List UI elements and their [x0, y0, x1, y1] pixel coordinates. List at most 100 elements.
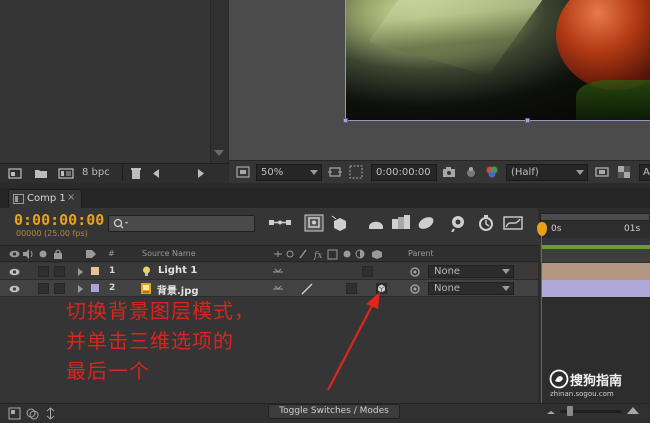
lock-switch[interactable] [54, 283, 65, 294]
always-preview-icon[interactable] [236, 165, 250, 179]
search-icon [113, 218, 128, 229]
project-scrollbar[interactable] [210, 0, 228, 162]
toggle-transparency-grid-icon[interactable] [617, 165, 631, 179]
solo-icon[interactable] [39, 250, 47, 258]
resolution-dropdown[interactable]: (Half) [506, 164, 588, 181]
quality-switch-icon[interactable] [301, 283, 313, 295]
pick-whip-icon[interactable] [410, 267, 420, 277]
bit-depth-label[interactable]: 8 bpc [82, 167, 110, 178]
book-image [368, 0, 544, 76]
camera-snapshot-icon[interactable] [442, 165, 456, 179]
bounding-handle[interactable] [525, 118, 530, 123]
hide-shy-layers-icon[interactable] [366, 214, 386, 232]
light-bulb-icon [143, 266, 150, 276]
show-snapshot-icon[interactable] [464, 165, 478, 179]
annotation-line: 最后一个 [66, 359, 150, 383]
shy-switch-icon[interactable] [272, 268, 284, 276]
eye-icon[interactable] [9, 250, 20, 258]
visibility-eye-icon[interactable] [9, 268, 20, 276]
visibility-eye-icon[interactable] [9, 285, 20, 293]
expand-transfer-controls-icon[interactable] [26, 407, 39, 420]
ruler-label: 01s [624, 224, 641, 234]
frame-blending-icon[interactable] [390, 214, 412, 232]
chevron-down-icon [310, 170, 318, 175]
draft-3d-icon[interactable] [330, 214, 350, 232]
layer-duration-bar-light[interactable] [542, 263, 650, 280]
interpret-footage-icon[interactable] [8, 168, 22, 179]
lock-switch[interactable] [54, 266, 65, 277]
current-time[interactable]: 0:00:00:00 [14, 211, 104, 229]
tab-comp-1[interactable]: Comp 1 × [8, 189, 82, 208]
composition-icon [13, 194, 24, 204]
new-composition-icon[interactable] [58, 168, 74, 179]
bounding-handle[interactable] [343, 118, 348, 123]
ruler-label: 0s [551, 224, 562, 234]
zoom-in-icon[interactable] [626, 404, 640, 415]
scroll-left-arrow-icon[interactable] [152, 168, 160, 179]
magnification-dropdown[interactable]: 50% [256, 164, 322, 181]
zoom-out-icon[interactable] [546, 407, 556, 415]
scroll-right-arrow-icon[interactable] [197, 168, 205, 179]
parent-dropdown[interactable]: None [428, 282, 514, 295]
solo-switch[interactable] [38, 283, 49, 294]
3d-layer-switch[interactable] [362, 266, 373, 277]
scroll-down-arrow-icon[interactable] [214, 150, 224, 156]
image-file-icon [141, 283, 151, 294]
parent-dropdown[interactable]: None [428, 265, 514, 278]
layer-number: 1 [109, 266, 116, 276]
solo-switch[interactable] [38, 266, 49, 277]
time-zoom-slider-handle[interactable] [567, 406, 573, 416]
layer-label-color[interactable] [91, 267, 99, 275]
layer-row-background-image[interactable]: 2 背景.jpg None [0, 280, 538, 297]
trash-icon[interactable] [130, 168, 142, 179]
switches-icons[interactable]: fx [272, 249, 390, 260]
auto-keyframe-icon[interactable] [476, 214, 496, 232]
resolution-value: (Half) [511, 167, 539, 178]
layer-duration-bar-image[interactable] [542, 280, 650, 297]
graph-editor-icon[interactable] [502, 214, 524, 232]
shy-switch-icon[interactable] [272, 285, 284, 293]
project-panel [0, 0, 228, 183]
parent-value: None [434, 266, 461, 277]
fast-previews-icon[interactable] [595, 165, 609, 179]
playhead-line [541, 222, 542, 422]
audio-icon[interactable] [22, 249, 34, 259]
time-navigator[interactable] [540, 213, 650, 221]
expand-layer-switches-icon[interactable] [8, 407, 21, 420]
project-footer: 8 bpc [0, 163, 228, 183]
motion-blur-icon[interactable] [416, 214, 436, 232]
close-icon[interactable]: × [67, 192, 75, 203]
brainstorm-icon[interactable] [448, 214, 470, 232]
label-tag-icon[interactable] [85, 249, 97, 259]
divider [122, 166, 123, 181]
channel-rgb-icon[interactable] [485, 165, 499, 179]
layer-row-light[interactable]: 1 Light 1 None [0, 263, 538, 280]
layer-name[interactable]: Light 1 [158, 265, 197, 276]
pick-whip-icon[interactable] [410, 284, 420, 294]
comp-mini-flowchart-icon[interactable] [268, 214, 292, 232]
expand-time-stretch-icon[interactable] [45, 407, 56, 420]
composition-canvas[interactable] [345, 0, 650, 121]
toggle-switches-modes-button[interactable]: Toggle Switches / Modes [268, 404, 400, 419]
cup-image [556, 0, 650, 90]
search-input[interactable] [108, 215, 255, 232]
transparency-grid-icon[interactable] [349, 165, 363, 179]
lock-icon[interactable] [53, 249, 63, 259]
viewer-toolbar: 50% 0:00:00:00 (Half) A [229, 160, 650, 183]
timeline-tab-bar [0, 188, 650, 208]
live-update-icon[interactable] [304, 214, 324, 232]
region-of-interest-icon[interactable] [328, 165, 342, 179]
folder-icon[interactable] [34, 168, 48, 179]
expand-arrow-icon[interactable] [78, 285, 83, 293]
column-source-name[interactable]: Source Name [142, 249, 196, 258]
chevron-down-icon [502, 286, 510, 291]
watermark-url: zhinan.sogou.com [550, 390, 614, 398]
current-time-display[interactable]: 0:00:00:00 [371, 164, 437, 181]
expand-arrow-icon[interactable] [78, 268, 83, 276]
annotation-line: 切换背景图层模式， [66, 299, 255, 323]
layer-label-color[interactable] [91, 284, 99, 292]
tutorial-annotation: 切换背景图层模式， 并单击三维选项的 最后一个 [66, 296, 326, 386]
layer-name[interactable]: 背景.jpg [157, 282, 199, 297]
svg-text:fx: fx [313, 251, 322, 260]
view-dropdown[interactable]: A [639, 164, 650, 181]
